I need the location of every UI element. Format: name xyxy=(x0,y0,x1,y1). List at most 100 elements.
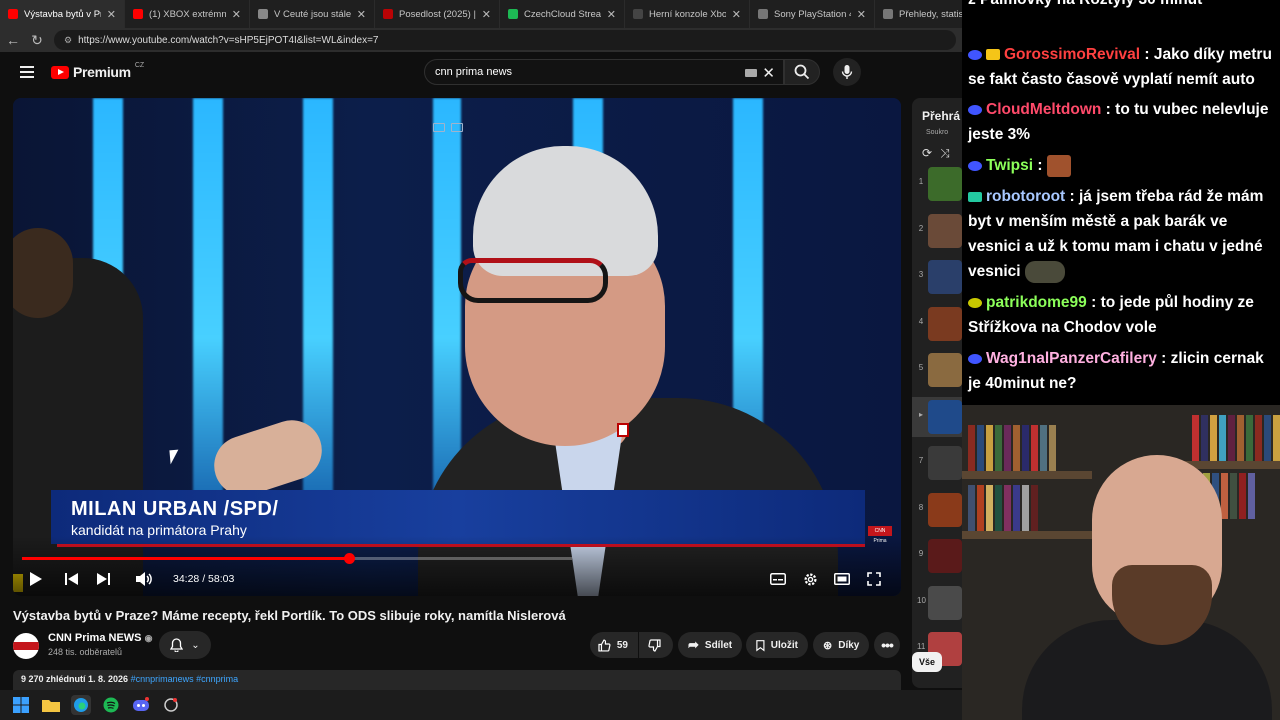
playlist-thumbnail xyxy=(928,167,962,201)
spotify-button[interactable] xyxy=(101,695,121,715)
settings-button[interactable] xyxy=(801,570,819,588)
browser-tab[interactable]: Herní konzole Xbox Seri ✕ xyxy=(625,0,750,28)
theater-button[interactable] xyxy=(833,570,851,588)
browser-tab[interactable]: Sony PlayStation 4 Slim ✕ xyxy=(750,0,875,28)
video-player[interactable]: MILAN URBAN /SPD/ kandidát na primátora … xyxy=(13,98,901,596)
progress-bar[interactable] xyxy=(22,553,572,564)
tab-title: Přehledy, statisti xyxy=(899,8,962,20)
thanks-button[interactable]: ⊛ Díky xyxy=(813,632,869,658)
playlist-item[interactable]: ▸ xyxy=(912,396,962,437)
progress-scrubber[interactable] xyxy=(343,553,355,564)
share-button[interactable]: ➦ Sdílet xyxy=(678,632,742,658)
fullscreen-icon xyxy=(867,572,881,586)
chat-text: z Palmovky na Roztyly 30 minut xyxy=(968,0,1202,8)
playlist-title[interactable]: Přehrá xyxy=(922,109,960,123)
playlist-item[interactable]: 2 xyxy=(912,211,962,251)
like-button[interactable]: 59 xyxy=(590,632,638,658)
chat-username[interactable]: GorossimoRevival xyxy=(1004,46,1140,63)
loop-icon[interactable]: ⟳ xyxy=(922,146,932,161)
shelf xyxy=(962,531,1092,539)
subtitles-icon xyxy=(770,573,786,585)
back-icon[interactable]: ← xyxy=(6,32,20,48)
youtube-logo[interactable]: Premium CZ xyxy=(51,62,144,80)
search-icon xyxy=(794,64,810,80)
close-tab-icon[interactable]: ✕ xyxy=(607,8,616,21)
channel-name[interactable]: CNN Prima NEWS ◉ xyxy=(48,632,152,644)
chat-username[interactable]: patrikdome99 xyxy=(986,294,1087,311)
save-button[interactable]: Uložit xyxy=(746,632,808,658)
edge-button[interactable] xyxy=(71,695,91,715)
site-info-icon[interactable]: ⚙ xyxy=(64,35,72,46)
reload-icon[interactable]: ↻ xyxy=(30,32,44,49)
playlist-item[interactable]: 3 xyxy=(912,257,962,297)
description-box[interactable]: 9 270 zhlédnutí 1. 8. 2026 #cnnprimanews… xyxy=(13,670,901,690)
chat-username[interactable]: CloudMeltdown xyxy=(986,101,1101,118)
miniplayer-icon[interactable] xyxy=(451,122,463,132)
close-tab-icon[interactable]: ✕ xyxy=(357,8,366,21)
subtitles-button[interactable] xyxy=(769,570,787,588)
close-tab-icon[interactable]: ✕ xyxy=(107,8,116,21)
play-button[interactable] xyxy=(27,570,43,588)
chat-username[interactable]: Twipsi xyxy=(986,157,1033,174)
share-label: Sdílet xyxy=(704,639,733,651)
channel-avatar[interactable] xyxy=(13,633,39,659)
volume-button[interactable] xyxy=(135,570,153,588)
browser-tab[interactable]: V Ceuté jsou stále tisíce ✕ xyxy=(250,0,375,28)
search-input[interactable]: cnn prima news ✕ xyxy=(424,59,784,85)
search-button[interactable] xyxy=(784,59,820,85)
previous-icon xyxy=(64,573,78,585)
browser-tab[interactable]: CzechCloud Stream - W ✕ xyxy=(500,0,625,28)
playlist-item[interactable]: 4 xyxy=(912,304,962,344)
browser-tab[interactable]: Výstavba bytů v Praz ✕ xyxy=(0,0,125,28)
more-actions-button[interactable]: ••• xyxy=(874,632,900,658)
playlist-item[interactable]: 7 xyxy=(912,443,962,483)
close-tab-icon[interactable]: ✕ xyxy=(482,8,491,21)
microphone-icon xyxy=(841,65,853,79)
dislike-button[interactable] xyxy=(639,632,673,658)
file-explorer-button[interactable] xyxy=(41,695,61,715)
fullscreen-button[interactable] xyxy=(865,570,883,588)
menu-icon[interactable] xyxy=(20,66,34,78)
emote-image xyxy=(1046,154,1071,177)
browser-tab[interactable]: Přehledy, statisti✕ xyxy=(875,0,962,28)
playlist-item[interactable]: 10 xyxy=(912,583,962,623)
youtube-header: Premium CZ cnn prima news ✕ xyxy=(0,52,962,92)
notifications-button[interactable]: ⌄ xyxy=(159,631,211,659)
playlist-item-index: 10 xyxy=(917,595,926,605)
playlist-thumbnail xyxy=(928,306,962,341)
playlist-item[interactable]: 5 xyxy=(912,350,962,390)
playlist-item[interactable]: 9 xyxy=(912,536,962,576)
mouse-cursor xyxy=(169,449,180,465)
chat-username[interactable]: Wag1nalPanzerCafilery xyxy=(986,350,1157,367)
window-icon[interactable] xyxy=(433,122,445,132)
hashtags[interactable]: #cnnprimanews #cnnprima xyxy=(131,674,239,684)
bookshelf xyxy=(1192,415,1280,461)
app-button[interactable] xyxy=(161,695,181,715)
discord-button[interactable] xyxy=(131,695,151,715)
close-tab-icon[interactable]: ✕ xyxy=(732,8,741,21)
voice-search-button[interactable] xyxy=(833,58,861,86)
browser-tab[interactable]: (1) XBOX extrémně zdra ✕ xyxy=(125,0,250,28)
next-button[interactable] xyxy=(95,570,111,588)
filter-chip-all[interactable]: Vše xyxy=(912,652,942,672)
favicon-icon xyxy=(133,9,143,19)
studio-light xyxy=(433,98,461,498)
clear-search-icon[interactable]: ✕ xyxy=(762,64,775,82)
windows-icon xyxy=(13,697,29,713)
thanks-label: Díky xyxy=(838,639,860,651)
badge-icon xyxy=(968,353,982,364)
browser-tab[interactable]: Posedlost (2025) | ČSFD ✕ xyxy=(375,0,500,28)
close-tab-icon[interactable]: ✕ xyxy=(857,8,866,21)
playlist-item-index: 8 xyxy=(918,502,924,512)
playlist-panel: Přehrá Soukro ⟳ ⤨ 1 2 3 4 5 ▸ 7 8 9 10 11 xyxy=(912,98,962,688)
playlist-item[interactable]: 8 xyxy=(912,490,962,530)
keyboard-icon[interactable] xyxy=(745,69,757,77)
shuffle-icon[interactable]: ⤨ xyxy=(940,146,950,161)
previous-button[interactable] xyxy=(63,570,79,588)
chat-username[interactable]: robotoroot xyxy=(986,188,1065,205)
playlist-item[interactable]: 1 xyxy=(912,164,962,204)
url-field[interactable]: ⚙ https://www.youtube.com/watch?v=sHP5Ej… xyxy=(54,30,956,50)
start-button[interactable] xyxy=(11,695,31,715)
close-tab-icon[interactable]: ✕ xyxy=(232,8,241,21)
lapel-pin xyxy=(617,423,629,437)
